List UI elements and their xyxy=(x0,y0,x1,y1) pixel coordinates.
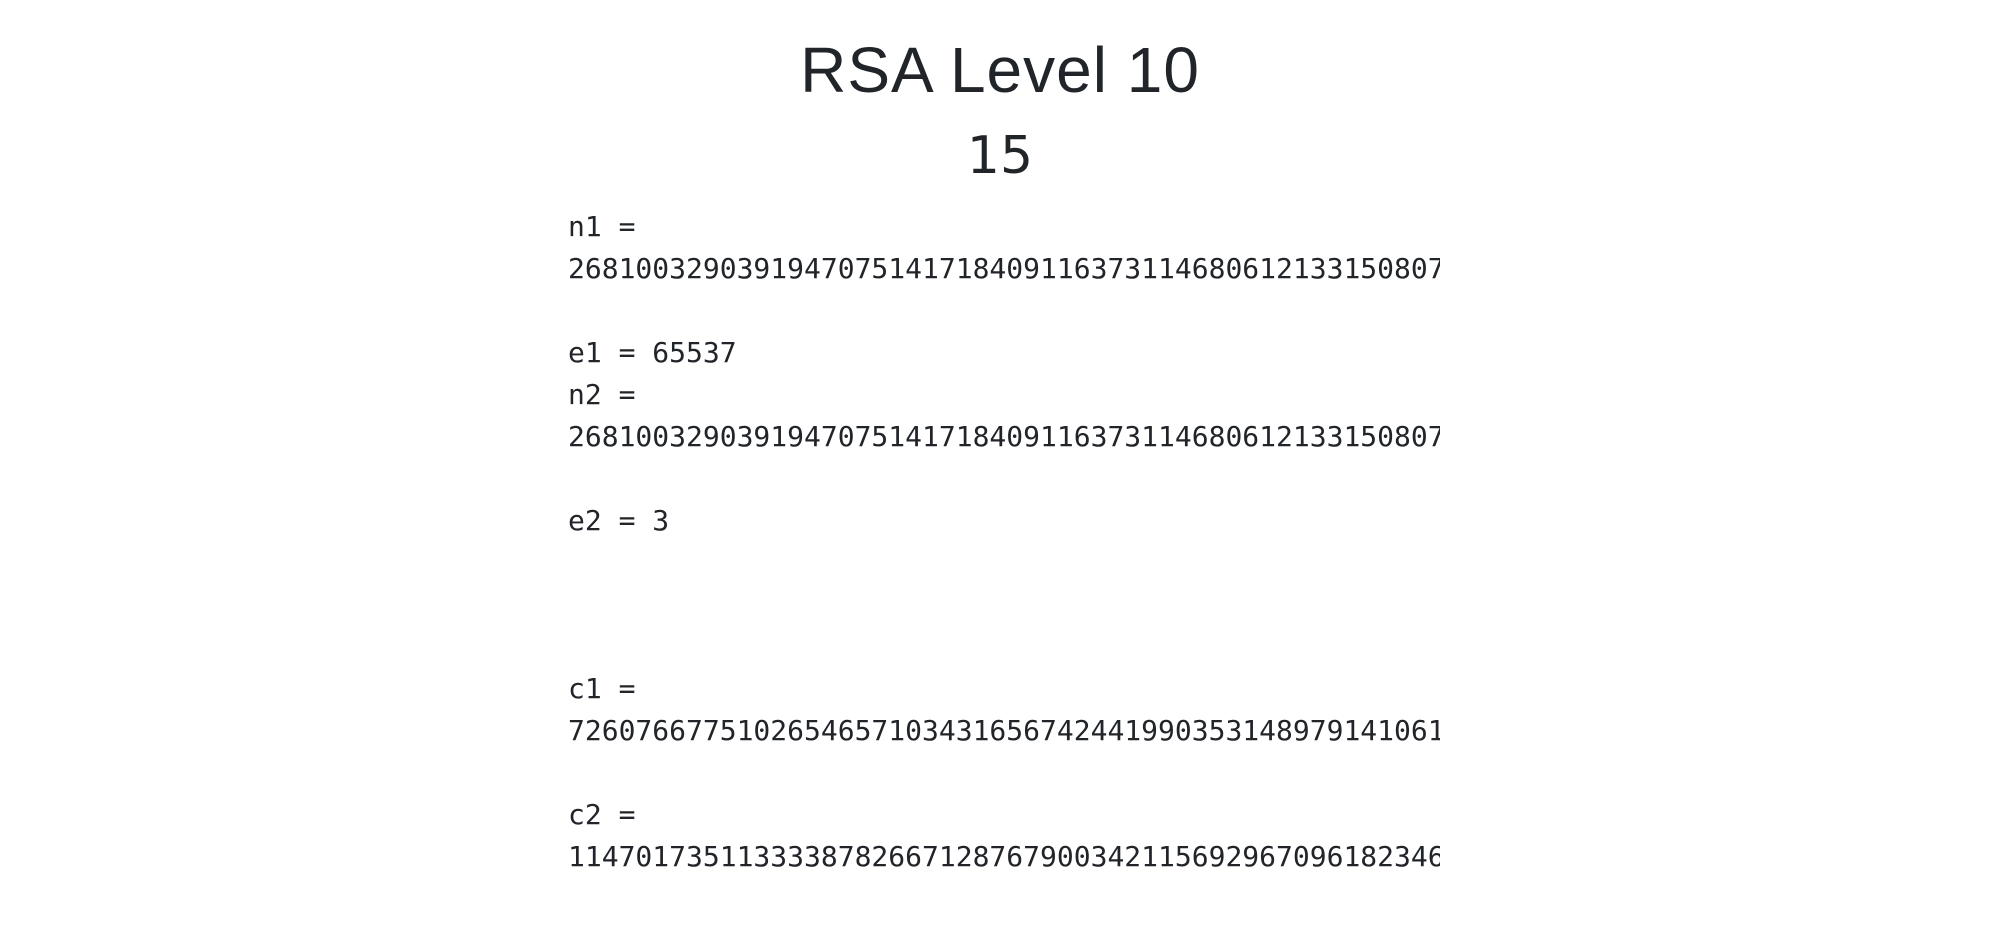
c1-value: 7260766775102654657103431656742441990353… xyxy=(568,714,1440,747)
challenge-text: n1 = 26810032903919470751417184091163731… xyxy=(568,206,1440,906)
page: RSA Level 10 15 n1 = 2681003290391947075… xyxy=(0,0,2000,952)
e2-line: e2 = 3 xyxy=(568,504,670,537)
n1-label: n1 = xyxy=(568,210,636,243)
score-display: 15 xyxy=(966,126,1034,186)
c2-label: c2 = xyxy=(568,798,636,831)
c1-label: c1 = xyxy=(568,672,636,705)
page-title: RSA Level 10 xyxy=(800,34,1200,106)
c2-value: 1147017351133338782667128767900342115692… xyxy=(568,840,1440,873)
n2-label: n2 = xyxy=(568,378,636,411)
e1-line: e1 = 65537 xyxy=(568,336,737,369)
n2-value: 2681003290391947075141718409116373114680… xyxy=(568,420,1440,453)
n1-value: 2681003290391947075141718409116373114680… xyxy=(568,252,1440,285)
